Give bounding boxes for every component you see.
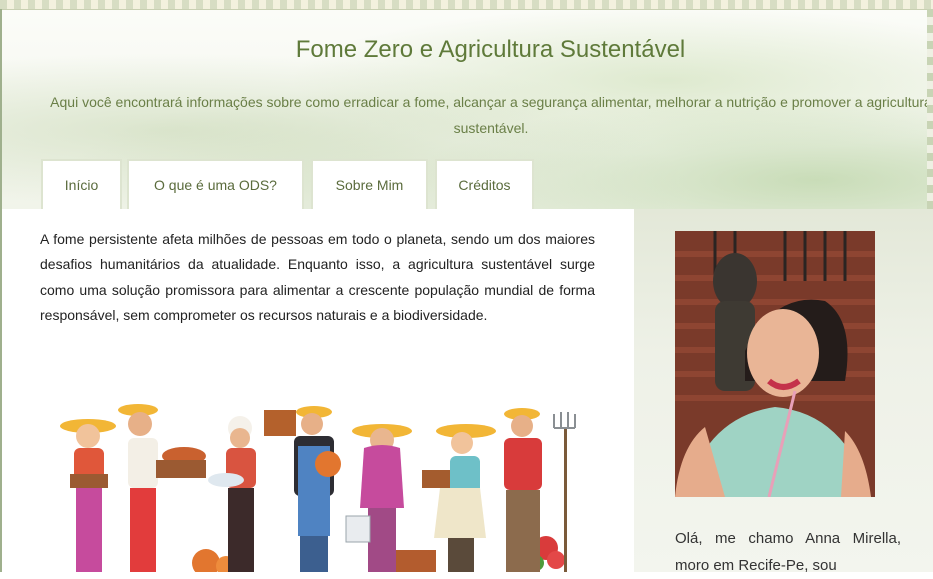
nav-tab-sobre-mim[interactable]: Sobre Mim: [311, 159, 428, 209]
profile-photo: [675, 231, 875, 497]
nav-tab-o-que-e-ods[interactable]: O que é uma ODS?: [127, 159, 304, 209]
nav-tab-creditos[interactable]: Créditos: [435, 159, 534, 209]
intro-paragraph: A fome persistente afeta milhões de pess…: [40, 231, 595, 324]
nav-tab-inicio[interactable]: Início: [41, 159, 122, 209]
nav-tab-label: Início: [64, 177, 99, 193]
bio-text: Olá, me chamo Anna Mirella, moro em Reci…: [675, 530, 901, 574]
page-title: Fome Zero e Agricultura Sustentável: [295, 36, 686, 63]
top-decorative-border: [0, 0, 933, 10]
nav-tab-label: Créditos: [458, 177, 511, 193]
nav-tab-label: O que é uma ODS?: [154, 177, 277, 193]
nav-tab-label: Sobre Mim: [335, 177, 404, 193]
farmers-illustration: [60, 404, 576, 572]
right-decorative-strip: [927, 9, 933, 209]
header-subtitle: Aqui você encontrará informações sobre c…: [50, 94, 932, 136]
